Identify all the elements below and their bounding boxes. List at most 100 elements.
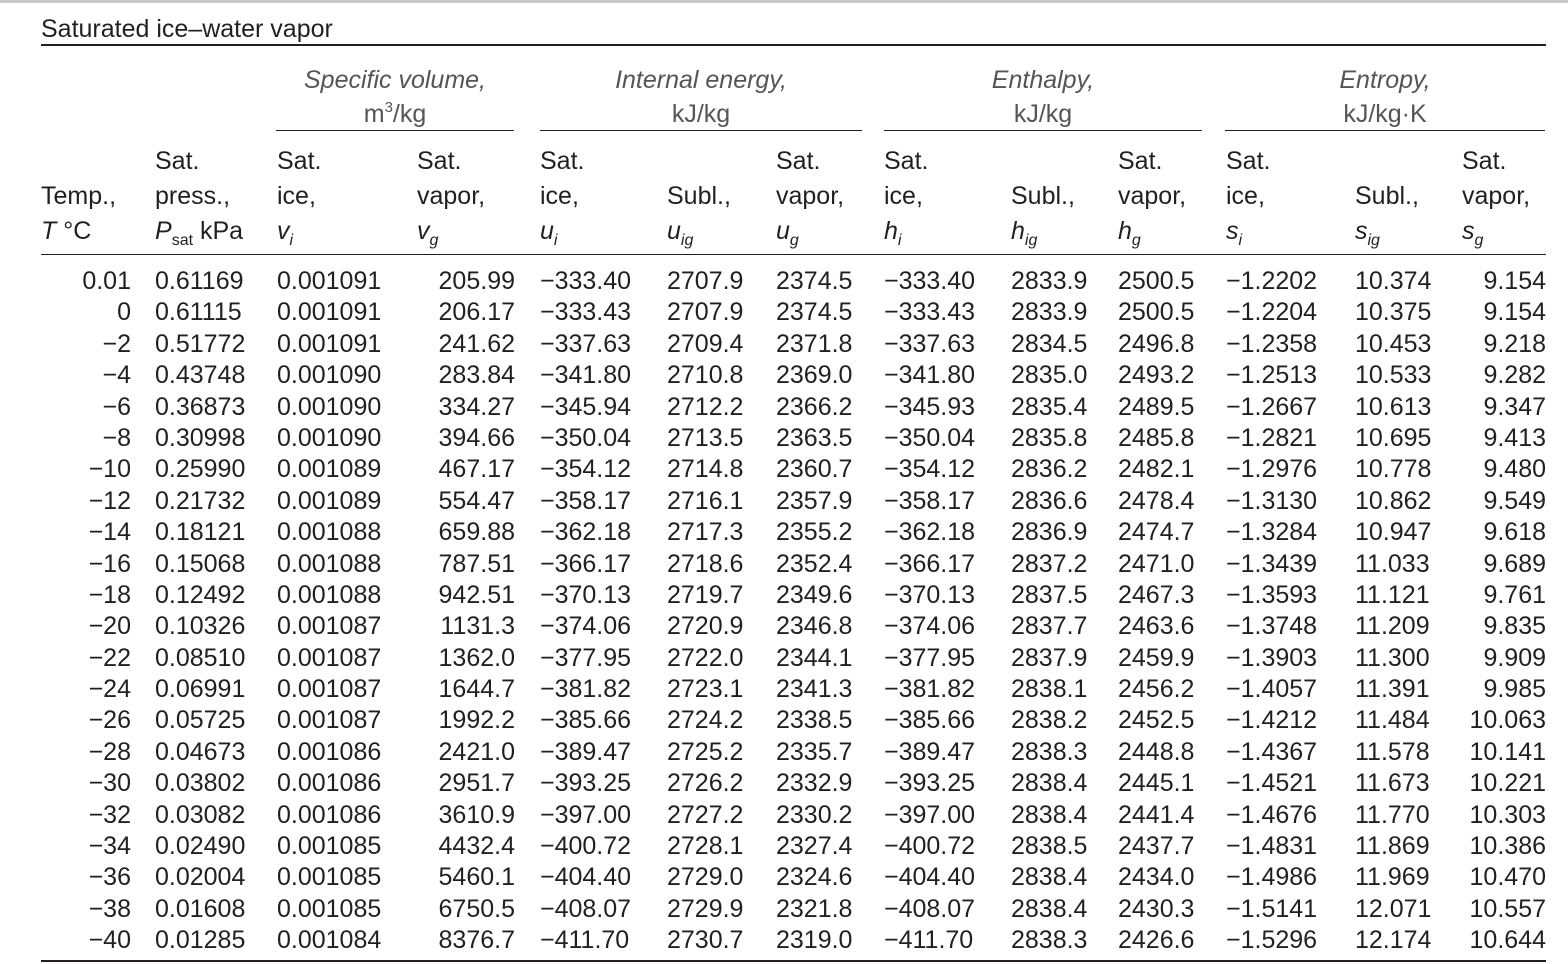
- table-cell: −1.5141: [1226, 894, 1318, 923]
- table-cell: 2838.3: [1011, 737, 1088, 766]
- column-unit: kPa: [193, 217, 244, 245]
- table-cell: 2707.9: [667, 298, 744, 327]
- table-cell: 467.17: [438, 455, 515, 484]
- table-cell: 2335.7: [776, 737, 853, 766]
- table-cell: 0.001090: [277, 423, 382, 452]
- table-cell: 0.01608: [155, 894, 246, 923]
- symbol-subscript: ig: [680, 232, 694, 249]
- table-cell: 10.470: [1469, 863, 1546, 892]
- table-cell: 0.04673: [155, 737, 246, 766]
- column-header-line: Sat.: [155, 147, 200, 175]
- table-row: −26 0.05725 0.001087 1992.2 −385.66 2724.2 233…: [0, 705, 1568, 736]
- table-cell: −24: [88, 675, 131, 704]
- table-cell: 2728.1: [667, 832, 744, 861]
- table-cell: 10.695: [1355, 423, 1432, 452]
- table-cell: 11.578: [1355, 737, 1430, 766]
- table-cell: −337.63: [540, 329, 632, 358]
- table-cell: 2459.9: [1118, 643, 1195, 672]
- table-cell: 0.25990: [155, 455, 246, 484]
- table-cell: 2838.2: [1011, 706, 1088, 735]
- column-header-line: ice,: [884, 182, 923, 210]
- table-row: 0.01 0.61169 0.001091 205.99 −333.40 2707.9 23…: [0, 266, 1568, 297]
- symbol: u: [776, 217, 790, 245]
- table-cell: −22: [88, 643, 131, 672]
- table-cell: 0.001089: [277, 486, 382, 515]
- table-cell: 1644.7: [438, 675, 515, 704]
- table-cell: 0.18121: [155, 518, 246, 547]
- table-cell: 9.761: [1483, 580, 1546, 609]
- symbol: T: [41, 217, 57, 245]
- table-cell: 2474.7: [1118, 518, 1195, 547]
- table-cell: 0.001091: [277, 298, 382, 327]
- table-cell: −411.70: [884, 926, 974, 955]
- table-row: −36 0.02004 0.001085 5460.1 −404.40 2729.0 232…: [0, 862, 1568, 893]
- table-cell: 0.001084: [277, 926, 382, 955]
- table-cell: −32: [88, 800, 131, 829]
- column-header: Subl., hig: [1011, 144, 1075, 249]
- table-cell: −374.06: [884, 612, 976, 641]
- column-header: Sat. vapor, sg: [1462, 144, 1530, 249]
- group-name: Specific volume,: [303, 66, 487, 94]
- table-cell: 2837.7: [1011, 612, 1088, 641]
- table-row: −38 0.01608 0.001085 6750.5 −408.07 2729.9 232…: [0, 894, 1568, 925]
- symbol: v: [277, 217, 290, 245]
- table-cell: −374.06: [540, 612, 632, 641]
- table-cell: −4: [102, 361, 131, 390]
- table-cell: 0.001088: [277, 518, 382, 547]
- table-cell: −408.07: [884, 894, 976, 923]
- symbol: u: [667, 217, 681, 245]
- column-header-line: Sat.: [540, 147, 585, 175]
- table-cell: 9.282: [1483, 361, 1546, 390]
- group-rule-enthalpy: [884, 130, 1202, 131]
- header-rule: [41, 254, 1546, 255]
- table-cell: 2716.1: [667, 486, 744, 515]
- table-cell: 0.10326: [155, 612, 246, 641]
- column-header-line: Sat.: [1118, 147, 1163, 175]
- table-cell: 2730.7: [667, 926, 744, 955]
- table-cell: −333.43: [540, 298, 632, 327]
- table-cell: 2374.5: [776, 298, 853, 327]
- table-cell: 10.533: [1355, 361, 1432, 390]
- table-cell: 0.02004: [155, 863, 246, 892]
- table-cell: −40: [88, 926, 131, 955]
- symbol: s: [1226, 217, 1239, 245]
- symbol-subscript: g: [429, 232, 439, 249]
- column-header-line: Subl.,: [667, 182, 731, 210]
- table-cell: 0.15068: [155, 549, 246, 578]
- table-row: −6 0.36873 0.001090 334.27 −345.94 2712.2 2366…: [0, 392, 1568, 423]
- group-rule-specific-volume: [276, 130, 514, 131]
- symbol: h: [884, 217, 898, 245]
- table-cell: −404.40: [540, 863, 632, 892]
- table-cell: 2835.4: [1011, 392, 1088, 421]
- table-cell: 11.969: [1355, 863, 1430, 892]
- table-cell: 1131.3: [440, 612, 515, 641]
- table-cell: 10.644: [1469, 926, 1546, 955]
- table-cell: 2327.4: [776, 832, 853, 861]
- column-header-line: Sat.: [884, 147, 929, 175]
- column-header-symbol: hi: [884, 214, 928, 249]
- table-cell: 10.778: [1355, 455, 1432, 484]
- table-cell: 2837.5: [1011, 580, 1088, 609]
- table-cell: 0.02490: [155, 832, 246, 861]
- group-unit: kJ/kg: [671, 100, 731, 128]
- table-cell: 0.30998: [155, 423, 246, 452]
- table-cell: 2835.8: [1011, 423, 1088, 452]
- column-header-line: Sat.: [1226, 147, 1271, 175]
- table-cell: 0.001088: [277, 580, 382, 609]
- column-header-symbol: sg: [1462, 214, 1530, 249]
- symbol-subscript: i: [289, 232, 294, 249]
- table-row: −16 0.15068 0.001088 787.51 −366.17 2718.6 235…: [0, 549, 1568, 580]
- table-cell: 4432.4: [438, 832, 515, 861]
- table-cell: 9.689: [1483, 549, 1546, 578]
- symbol: u: [540, 217, 554, 245]
- table-cell: −36: [88, 863, 131, 892]
- column-header-symbol: hig: [1011, 214, 1075, 249]
- table-cell: 787.51: [438, 549, 515, 578]
- table-cell: 2324.6: [776, 863, 853, 892]
- table-cell: −354.12: [884, 455, 976, 484]
- table-row: −8 0.30998 0.001090 394.66 −350.04 2713.5 2363…: [0, 423, 1568, 454]
- table-cell: 2837.2: [1011, 549, 1088, 578]
- group-header-enthalpy: Enthalpy, kJ/kg: [884, 63, 1202, 131]
- symbol: v: [417, 217, 430, 245]
- table-cell: −381.82: [884, 675, 976, 704]
